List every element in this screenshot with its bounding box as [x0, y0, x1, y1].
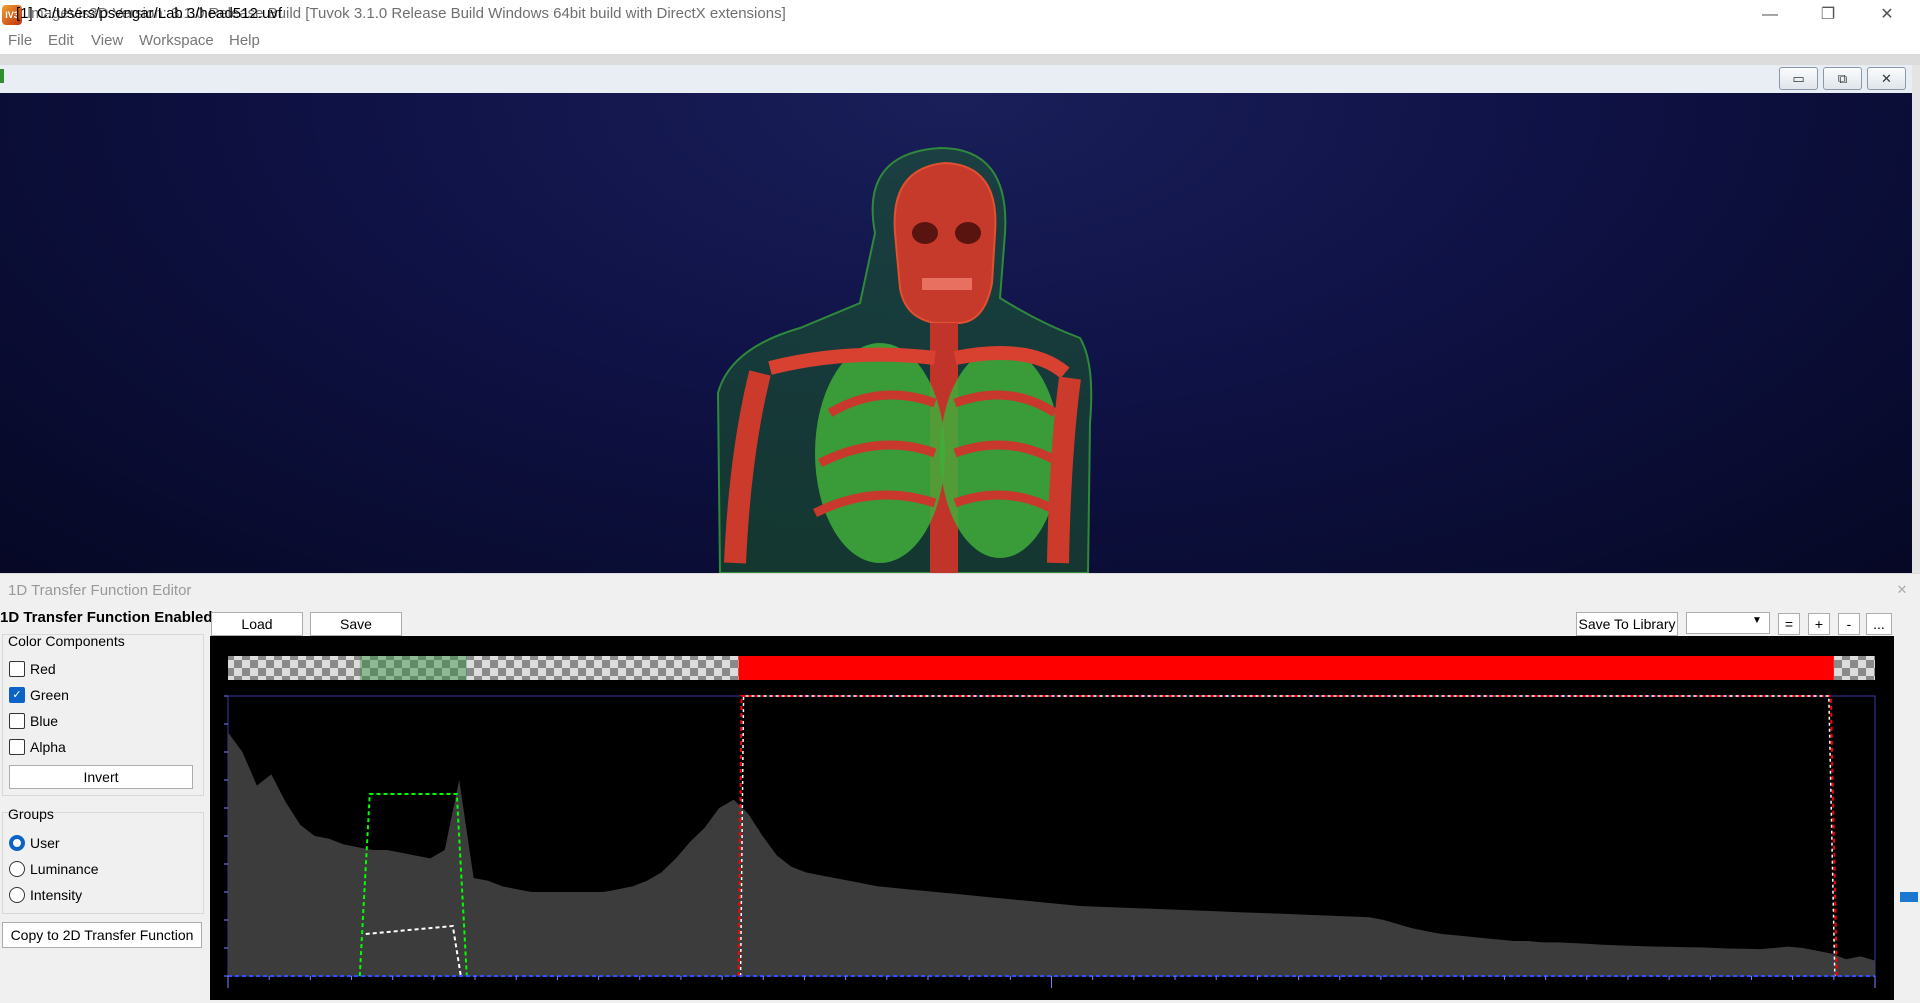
tf-editor-close-icon[interactable]: ✕ — [1893, 582, 1911, 600]
render-viewport[interactable] — [0, 93, 1912, 573]
save-to-library-button[interactable]: Save To Library — [1576, 612, 1678, 636]
intensity-label: Intensity — [30, 887, 83, 903]
green-label: Green — [30, 687, 69, 703]
chevron-down-icon: ▼ — [1752, 615, 1762, 626]
scrollbar-thumb[interactable] — [1900, 892, 1918, 902]
histogram — [228, 732, 1875, 976]
close-window-button[interactable]: ✕ — [1864, 0, 1910, 29]
intensity-radio[interactable] — [9, 887, 25, 903]
copy-to-2d-button[interactable]: Copy to 2D Transfer Function — [2, 922, 202, 948]
color-components-title: Color Components — [8, 633, 125, 649]
blue-checkbox[interactable] — [9, 713, 25, 729]
add-button[interactable]: + — [1808, 613, 1830, 635]
load-button[interactable]: Load — [211, 612, 303, 636]
tf-editor-title: 1D Transfer Function Editor — [8, 582, 192, 599]
render-window-icon — [0, 69, 4, 83]
render-window-title: [1] C:/Users/psengar/Lab 3/head512.uvf — [16, 5, 283, 22]
tf-canvas[interactable] — [210, 636, 1894, 1000]
color-bar-red-segment — [738, 656, 1834, 680]
user-label: User — [30, 835, 60, 851]
menu-view[interactable]: View — [91, 32, 123, 49]
render-window-close-button[interactable]: ✕ — [1867, 67, 1906, 90]
tf-plot[interactable] — [210, 636, 1894, 1000]
alpha-label: Alpha — [30, 739, 66, 755]
render-window-minimize-button[interactable]: ▭ — [1779, 67, 1818, 90]
render-window-titlebar[interactable] — [0, 65, 1912, 94]
restore-window-button[interactable]: ❐ — [1805, 0, 1851, 29]
invert-button[interactable]: Invert — [9, 765, 193, 789]
color-bar-green-segment — [359, 656, 467, 680]
groups-title: Groups — [8, 806, 54, 822]
luminance-label: Luminance — [30, 861, 99, 877]
green-checkbox[interactable]: ✓ — [9, 687, 25, 703]
save-button[interactable]: Save — [310, 612, 402, 636]
scrollbar[interactable] — [1896, 636, 1920, 1000]
red-checkbox[interactable] — [9, 661, 25, 677]
luminance-radio[interactable] — [9, 861, 25, 877]
equal-button[interactable]: = — [1778, 613, 1800, 635]
menu-workspace[interactable]: Workspace — [139, 32, 214, 49]
minimize-window-button[interactable]: — — [1747, 0, 1793, 29]
mdi-border — [1912, 65, 1920, 573]
remove-button[interactable]: - — [1838, 613, 1860, 635]
alpha-checkbox[interactable] — [9, 739, 25, 755]
red-label: Red — [30, 661, 56, 677]
render-window-restore-button[interactable]: ⧉ — [1823, 67, 1862, 90]
volume-rendering — [716, 146, 1093, 573]
menu-bar — [0, 29, 1920, 54]
skull — [893, 161, 997, 324]
user-radio[interactable] — [9, 835, 25, 851]
blue-label: Blue — [30, 713, 59, 729]
menu-help[interactable]: Help — [229, 32, 260, 49]
tf-enabled-label: 1D Transfer Function Enabled — [0, 609, 213, 626]
menu-file[interactable]: File — [8, 32, 32, 49]
more-button[interactable]: ... — [1866, 613, 1892, 635]
menu-edit[interactable]: Edit — [48, 32, 74, 49]
